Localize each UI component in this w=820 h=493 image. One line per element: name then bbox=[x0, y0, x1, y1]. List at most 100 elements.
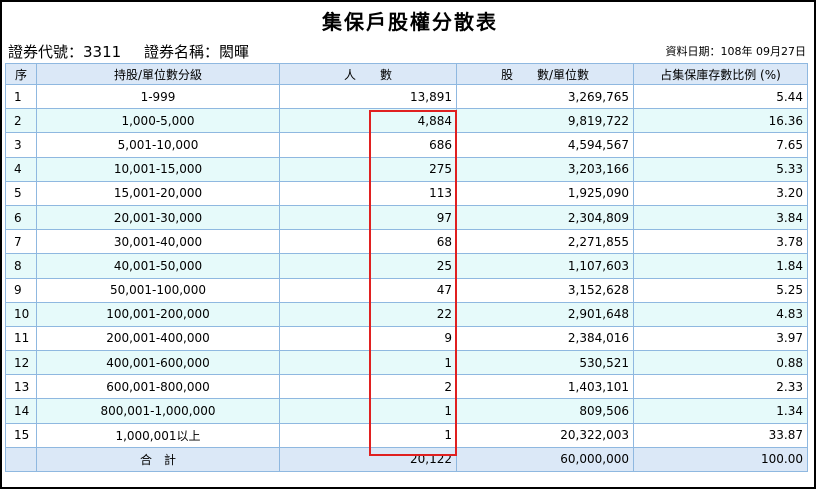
table-row: 5 15,001-20,000 113 1,925,090 3.20 bbox=[5, 180, 808, 206]
row-index: 1 bbox=[5, 83, 37, 110]
row-index: 4 bbox=[5, 156, 37, 182]
row-shares: 3,203,166 bbox=[456, 156, 634, 182]
row-range: 800,001-1,000,000 bbox=[36, 398, 280, 424]
table-header-row: 序 持股/單位數分級 人 數 股 數/單位數 占集保庫存數比例 (%) bbox=[5, 63, 808, 85]
row-range: 1-999 bbox=[36, 83, 280, 110]
stock-code: 證券代號：3311 bbox=[8, 43, 122, 61]
row-holders: 113 bbox=[279, 180, 457, 206]
row-holders: 4,884 bbox=[279, 108, 457, 134]
total-index bbox=[5, 446, 37, 473]
row-ratio: 5.44 bbox=[633, 83, 808, 110]
row-holders: 275 bbox=[279, 156, 457, 182]
row-index: 9 bbox=[5, 277, 37, 303]
row-shares: 530,521 bbox=[456, 350, 634, 376]
row-holders: 13,891 bbox=[279, 83, 457, 110]
row-holders: 686 bbox=[279, 132, 457, 158]
row-range: 200,001-400,000 bbox=[36, 325, 280, 352]
row-ratio: 3.20 bbox=[633, 180, 808, 206]
table-row: 15 1,000,001以上 1 20,322,003 33.87 bbox=[5, 422, 808, 448]
row-ratio: 33.87 bbox=[633, 422, 808, 448]
header-shares: 股 數/單位數 bbox=[456, 63, 634, 85]
row-ratio: 4.83 bbox=[633, 301, 808, 327]
table-row: 11 200,001-400,000 9 2,384,016 3.97 bbox=[5, 325, 808, 352]
row-holders: 1 bbox=[279, 350, 457, 376]
header-holders: 人 數 bbox=[279, 63, 457, 85]
row-ratio: 0.88 bbox=[633, 350, 808, 376]
row-index: 14 bbox=[5, 398, 37, 424]
row-range: 40,001-50,000 bbox=[36, 253, 280, 279]
row-holders: 1 bbox=[279, 422, 457, 448]
table-row: 1 1-999 13,891 3,269,765 5.44 bbox=[5, 83, 808, 110]
row-shares: 9,819,722 bbox=[456, 108, 634, 134]
table-row: 10 100,001-200,000 22 2,901,648 4.83 bbox=[5, 301, 808, 327]
table-row: 4 10,001-15,000 275 3,203,166 5.33 bbox=[5, 156, 808, 182]
row-ratio: 3.78 bbox=[633, 229, 808, 255]
row-index: 8 bbox=[5, 253, 37, 279]
row-ratio: 7.65 bbox=[633, 132, 808, 158]
row-ratio: 16.36 bbox=[633, 108, 808, 134]
row-holders: 47 bbox=[279, 277, 457, 303]
row-ratio: 1.84 bbox=[633, 253, 808, 279]
row-range: 50,001-100,000 bbox=[36, 277, 280, 303]
row-ratio: 3.84 bbox=[633, 204, 808, 231]
stock-info: 證券代號：3311 證券名稱：閎暉 bbox=[8, 41, 267, 62]
total-holders: 20,122 bbox=[279, 446, 457, 473]
row-shares: 2,304,809 bbox=[456, 204, 634, 231]
row-index: 6 bbox=[5, 204, 37, 231]
header-index: 序 bbox=[5, 63, 37, 85]
total-ratio: 100.00 bbox=[633, 446, 808, 473]
page-title: 集保戶股權分散表 bbox=[322, 10, 498, 34]
row-holders: 1 bbox=[279, 398, 457, 424]
row-holders: 2 bbox=[279, 374, 457, 400]
table-row: 13 600,001-800,000 2 1,403,101 2.33 bbox=[5, 374, 808, 400]
row-shares: 20,322,003 bbox=[456, 422, 634, 448]
row-shares: 809,506 bbox=[456, 398, 634, 424]
row-shares: 2,384,016 bbox=[456, 325, 634, 352]
table-row: 12 400,001-600,000 1 530,521 0.88 bbox=[5, 350, 808, 376]
row-range: 5,001-10,000 bbox=[36, 132, 280, 158]
table-row: 8 40,001-50,000 25 1,107,603 1.84 bbox=[5, 253, 808, 279]
row-holders: 25 bbox=[279, 253, 457, 279]
table-row: 9 50,001-100,000 47 3,152,628 5.25 bbox=[5, 277, 808, 303]
row-range: 1,000,001以上 bbox=[36, 422, 280, 448]
row-ratio: 1.34 bbox=[633, 398, 808, 424]
stock-name: 證券名稱：閎暉 bbox=[143, 43, 249, 61]
row-index: 5 bbox=[5, 180, 37, 206]
row-range: 20,001-30,000 bbox=[36, 204, 280, 231]
table-row: 14 800,001-1,000,000 1 809,506 1.34 bbox=[5, 398, 808, 424]
table-row: 6 20,001-30,000 97 2,304,809 3.84 bbox=[5, 204, 808, 231]
row-ratio: 5.25 bbox=[633, 277, 808, 303]
table-row: 2 1,000-5,000 4,884 9,819,722 16.36 bbox=[5, 108, 808, 134]
row-range: 600,001-800,000 bbox=[36, 374, 280, 400]
row-shares: 1,107,603 bbox=[456, 253, 634, 279]
row-shares: 2,271,855 bbox=[456, 229, 634, 255]
table-row: 3 5,001-10,000 686 4,594,567 7.65 bbox=[5, 132, 808, 158]
row-index: 13 bbox=[5, 374, 37, 400]
row-shares: 4,594,567 bbox=[456, 132, 634, 158]
row-ratio: 5.33 bbox=[633, 156, 808, 182]
row-range: 1,000-5,000 bbox=[36, 108, 280, 134]
row-shares: 2,901,648 bbox=[456, 301, 634, 327]
shareholding-table: 序 持股/單位數分級 人 數 股 數/單位數 占集保庫存數比例 (%) 1 1-9… bbox=[5, 63, 808, 473]
row-index: 10 bbox=[5, 301, 37, 327]
header-ratio: 占集保庫存數比例 (%) bbox=[633, 63, 808, 85]
table-body: 1 1-999 13,891 3,269,765 5.44 2 1,000-5,000 4,8… bbox=[5, 83, 808, 448]
row-range: 400,001-600,000 bbox=[36, 350, 280, 376]
row-range: 30,001-40,000 bbox=[36, 229, 280, 255]
row-holders: 97 bbox=[279, 204, 457, 231]
row-range: 10,001-15,000 bbox=[36, 156, 280, 182]
row-range: 15,001-20,000 bbox=[36, 180, 280, 206]
row-index: 11 bbox=[5, 325, 37, 352]
row-ratio: 3.97 bbox=[633, 325, 808, 352]
total-label: 合 計 bbox=[36, 446, 280, 473]
total-row: 合 計 20,122 60,000,000 100.00 bbox=[5, 446, 808, 473]
row-index: 15 bbox=[5, 422, 37, 448]
row-range: 100,001-200,000 bbox=[36, 301, 280, 327]
row-ratio: 2.33 bbox=[633, 374, 808, 400]
row-holders: 9 bbox=[279, 325, 457, 352]
row-index: 12 bbox=[5, 350, 37, 376]
row-shares: 3,269,765 bbox=[456, 83, 634, 110]
header-range: 持股/單位數分級 bbox=[36, 63, 280, 85]
total-shares: 60,000,000 bbox=[456, 446, 634, 473]
row-holders: 22 bbox=[279, 301, 457, 327]
